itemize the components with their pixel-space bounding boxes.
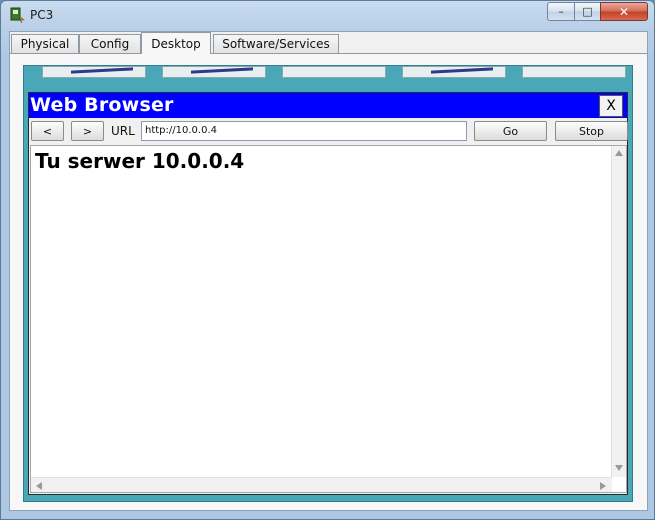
page-content: Tu serwer 10.0.0.4 [30, 145, 627, 493]
vertical-scrollbar[interactable] [611, 146, 626, 477]
back-button[interactable]: < [31, 121, 64, 141]
maximize-icon: □ [582, 5, 593, 18]
close-button[interactable]: ✕ [600, 2, 648, 21]
desktop-area: Web Browser X < > URL http://10.0.0.4 Go… [23, 65, 633, 502]
window-title: PC3 [30, 8, 54, 22]
browser-toolbar: < > URL http://10.0.0.4 Go Stop [29, 119, 628, 143]
stop-button[interactable]: Stop [555, 121, 628, 141]
title-bar[interactable]: PC3 – □ ✕ [1, 1, 654, 29]
page-heading: Tu serwer 10.0.0.4 [35, 149, 245, 173]
tab-bar: Physical Config Desktop Software/Service… [10, 32, 647, 54]
desktop-app-icon[interactable] [522, 66, 626, 78]
minimize-button[interactable]: – [547, 2, 575, 21]
forward-button[interactable]: > [71, 121, 104, 141]
browser-close-button[interactable]: X [599, 95, 623, 117]
scroll-up-arrow-icon[interactable] [615, 150, 623, 156]
scroll-right-arrow-icon[interactable] [600, 482, 606, 490]
browser-title: Web Browser [30, 94, 174, 116]
tab-desktop[interactable]: Desktop [141, 32, 211, 54]
client-area: Physical Config Desktop Software/Service… [9, 31, 648, 511]
maximize-button[interactable]: □ [574, 2, 601, 21]
url-label: URL [111, 124, 135, 138]
tab-config[interactable]: Config [79, 34, 141, 53]
go-button[interactable]: Go [474, 121, 547, 141]
tab-software-services[interactable]: Software/Services [213, 34, 339, 53]
scroll-left-arrow-icon[interactable] [36, 482, 42, 490]
desktop-app-icon[interactable] [402, 66, 506, 78]
url-input[interactable]: http://10.0.0.4 [141, 121, 467, 141]
desktop-app-icon[interactable] [42, 66, 146, 78]
browser-title-bar: Web Browser X [29, 93, 627, 118]
web-browser-window: Web Browser X < > URL http://10.0.0.4 Go… [28, 92, 628, 495]
horizontal-scrollbar[interactable] [31, 477, 612, 492]
minimize-icon: – [558, 5, 564, 18]
close-icon: ✕ [618, 4, 630, 19]
desktop-app-icon[interactable] [162, 66, 266, 78]
packet-tracer-pc-icon [10, 7, 25, 23]
scroll-down-arrow-icon[interactable] [615, 465, 623, 471]
tab-physical[interactable]: Physical [11, 34, 79, 53]
application-window: PC3 – □ ✕ Physical Config Desktop Softwa… [0, 0, 655, 520]
desktop-tab-panel: Web Browser X < > URL http://10.0.0.4 Go… [10, 53, 647, 510]
desktop-app-icon[interactable] [282, 66, 386, 78]
